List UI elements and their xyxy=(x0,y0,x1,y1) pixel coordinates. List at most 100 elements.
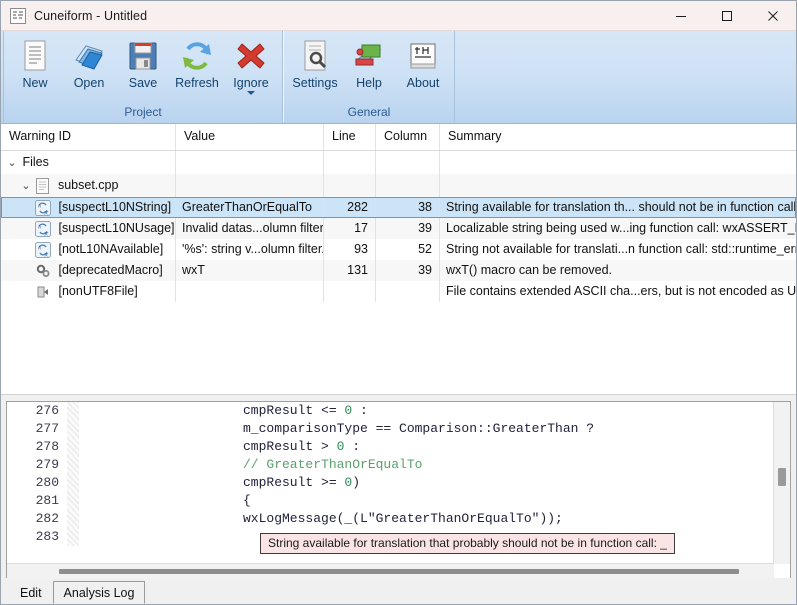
warning-summary: String not available for translati...n f… xyxy=(446,242,796,256)
empty-cell xyxy=(376,151,440,174)
ribbon-toolbar: New Open Save Refresh Ignore Project Set… xyxy=(1,31,796,124)
warning-id: [suspectL10NUsage] xyxy=(58,221,175,235)
cuneiform-window: Cuneiform - Untitled New Open Save Refre… xyxy=(0,0,797,605)
warning-id: [nonUTF8File] xyxy=(58,284,138,298)
column-header-warning-id[interactable]: Warning ID xyxy=(1,124,176,150)
warning-summary: Localizable string being used w...ing fu… xyxy=(446,221,796,235)
code-vertical-scroll-thumb[interactable] xyxy=(778,468,786,486)
warning-value: GreaterThanOrEqualTo xyxy=(176,197,324,218)
help-button-label: Help xyxy=(356,76,382,90)
code-gutter xyxy=(67,474,79,492)
table-row[interactable]: A 文 [notL10NAvailable] '%s': string v...… xyxy=(1,239,796,260)
line-number: 276 xyxy=(7,402,67,420)
localization-warning-icon: A 文 xyxy=(35,220,51,237)
warning-column: 38 xyxy=(376,197,440,218)
about-button[interactable]: About xyxy=(396,36,450,90)
open-folder-icon xyxy=(73,40,105,72)
column-header-column[interactable]: Column xyxy=(376,124,440,150)
deprecated-macro-icon xyxy=(35,263,51,279)
code-gutter xyxy=(67,528,79,546)
code-line-text: wxLogMessage(_(L"GreaterThanOrEqualTo"))… xyxy=(243,511,563,526)
ignore-button[interactable]: Ignore xyxy=(224,36,278,95)
code-gutter xyxy=(67,510,79,528)
window-controls xyxy=(658,1,796,30)
code-line-comment: // GreaterThanOrEqualTo xyxy=(243,457,423,472)
warning-value: Invalid datas...olumn filter. xyxy=(176,218,324,239)
code-line-text: m_comparisonType == Comparison::GreaterT… xyxy=(243,421,595,436)
open-button-label: Open xyxy=(73,76,105,90)
floppy-disk-icon xyxy=(127,40,159,72)
code-line-text: cmpResult >= 0) xyxy=(243,475,361,490)
ribbon-group-project-label: Project xyxy=(124,105,162,119)
warning-column: 52 xyxy=(376,239,440,260)
warning-summary: File contains extended ASCII cha...ers, … xyxy=(446,284,796,298)
maximize-button[interactable] xyxy=(704,1,750,30)
help-button[interactable]: Help xyxy=(342,36,396,90)
minimize-button[interactable] xyxy=(658,1,704,30)
tab-edit[interactable]: Edit xyxy=(9,581,53,604)
open-button[interactable]: Open xyxy=(62,36,116,90)
code-gutter xyxy=(67,492,79,510)
ribbon-group-general: Settings Help About General xyxy=(283,31,455,122)
line-number: 278 xyxy=(7,438,67,456)
tree-node-subset-cpp[interactable]: ⌄ subset.cpp xyxy=(1,174,796,197)
close-button[interactable] xyxy=(750,1,796,30)
code-gutter xyxy=(67,402,79,420)
code-horizontal-scroll-thumb[interactable] xyxy=(59,569,739,574)
warning-value: '%s': string v...olumn filter. xyxy=(176,239,324,260)
code-gutter xyxy=(67,456,79,474)
warning-summary: String available for translation th... s… xyxy=(446,200,796,214)
warning-id: [suspectL10NString] xyxy=(58,200,172,214)
code-gutter xyxy=(67,438,79,456)
tab-analysis-log[interactable]: Analysis Log xyxy=(52,581,146,604)
code-line: 276 cmpResult <= 0 : xyxy=(7,402,790,420)
chevron-down-icon[interactable]: ⌄ xyxy=(19,174,33,197)
table-row[interactable]: A 文 [suspectL10NUsage] Invalid datas...o… xyxy=(1,218,796,239)
new-button[interactable]: New xyxy=(8,36,62,90)
code-line: 278 cmpResult > 0 : xyxy=(7,438,790,456)
svg-text:文: 文 xyxy=(44,209,49,216)
refresh-button[interactable]: Refresh xyxy=(170,36,224,90)
empty-cell xyxy=(440,151,796,174)
chevron-down-icon[interactable] xyxy=(247,91,255,95)
table-row[interactable]: [deprecatedMacro] wxT 131 39 wxT() macro… xyxy=(1,260,796,281)
save-button-label: Save xyxy=(128,76,158,90)
column-header-line[interactable]: Line xyxy=(324,124,376,150)
warning-column: 39 xyxy=(376,218,440,239)
svg-text:文: 文 xyxy=(44,251,49,258)
new-button-label: New xyxy=(22,76,48,90)
warning-line: 131 xyxy=(324,260,376,281)
window-title: Cuneiform - Untitled xyxy=(34,8,148,23)
table-row[interactable]: [nonUTF8File] File contains extended ASC… xyxy=(1,281,796,302)
save-button[interactable]: Save xyxy=(116,36,170,90)
warning-value xyxy=(176,281,324,302)
refresh-button-label: Refresh xyxy=(175,76,219,90)
tree-node-files[interactable]: ⌄ Files xyxy=(1,151,796,174)
warnings-grid[interactable]: Warning ID Value Line Column Summary ⌄ F… xyxy=(1,124,796,395)
chevron-down-icon[interactable]: ⌄ xyxy=(5,151,19,174)
localization-warning-icon: A 文 xyxy=(35,199,51,216)
non-utf8-file-icon xyxy=(35,284,51,300)
code-vertical-scrollbar[interactable] xyxy=(773,402,790,564)
empty-cell xyxy=(176,174,324,197)
settings-button[interactable]: Settings xyxy=(288,36,342,90)
warning-column: 39 xyxy=(376,260,440,281)
svg-text:文: 文 xyxy=(44,230,49,237)
empty-cell xyxy=(376,174,440,197)
warning-line: 282 xyxy=(324,197,376,218)
warning-column xyxy=(376,281,440,302)
code-gutter xyxy=(67,420,79,438)
column-header-summary[interactable]: Summary xyxy=(440,124,796,150)
code-text-area[interactable]: 276 cmpResult <= 0 : 277 m_comparisonTyp… xyxy=(7,402,790,580)
close-icon xyxy=(768,10,778,21)
code-preview-panel[interactable]: 276 cmpResult <= 0 : 277 m_comparisonTyp… xyxy=(6,401,791,581)
table-row[interactable]: A 文 [suspectL10NString] GreaterThanOrEqu… xyxy=(1,197,796,218)
code-line-text: { xyxy=(243,493,251,508)
line-number: 277 xyxy=(7,420,67,438)
code-line: 281 { xyxy=(7,492,790,510)
line-number: 283 xyxy=(7,528,67,546)
column-header-value[interactable]: Value xyxy=(176,124,324,150)
code-line-text: cmpResult <= 0 : xyxy=(243,403,368,418)
warning-id: [deprecatedMacro] xyxy=(58,263,163,277)
settings-button-label: Settings xyxy=(292,76,338,90)
